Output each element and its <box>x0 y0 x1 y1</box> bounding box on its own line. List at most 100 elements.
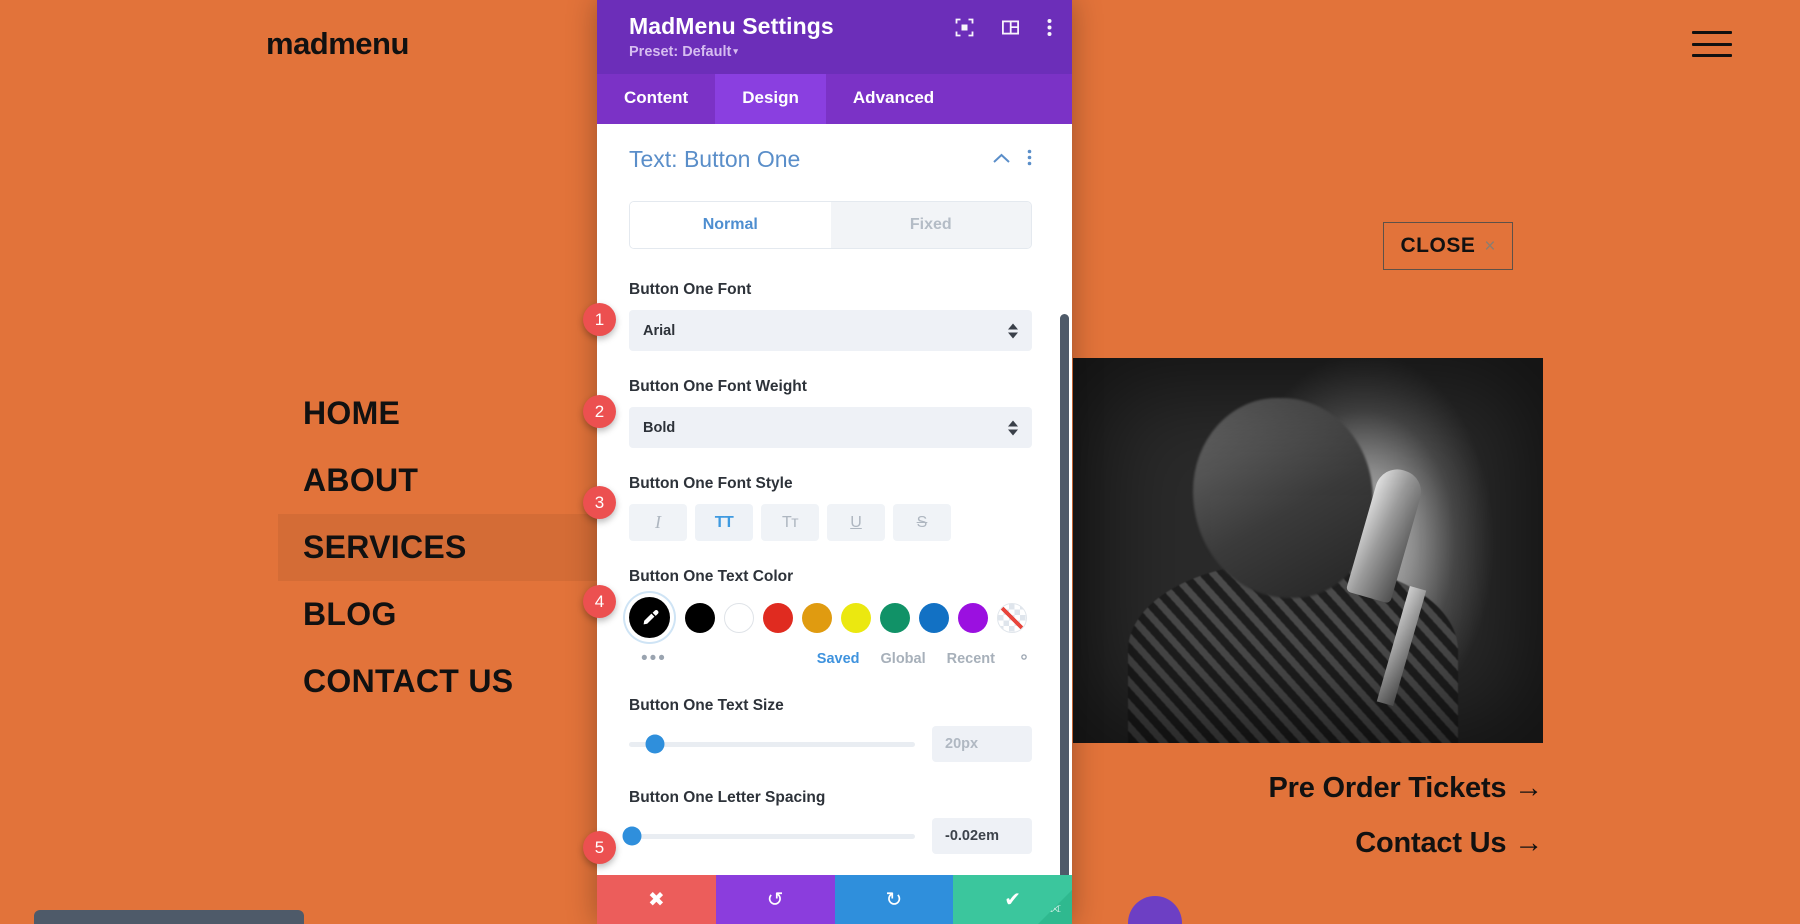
field-label: Button One Font Weight <box>629 378 807 395</box>
slider-thumb[interactable] <box>645 734 665 754</box>
close-button-label: CLOSE <box>1400 234 1476 257</box>
color-tab-global[interactable]: Global <box>881 651 926 667</box>
field-button-one-font: Button One Font Arial <box>629 281 1032 351</box>
state-toggle-normal[interactable]: Normal <box>630 202 831 248</box>
slider-thumb[interactable] <box>622 826 642 846</box>
nav-item-services[interactable]: SERVICES <box>278 514 638 581</box>
focus-target-icon[interactable] <box>955 18 974 37</box>
text-size-slider[interactable] <box>629 734 915 754</box>
slider-row: -0.02em <box>622 818 1032 854</box>
split-layout-icon[interactable] <box>1001 18 1020 37</box>
hero-links: Pre Order Tickets → Contact Us → <box>1268 772 1543 882</box>
gear-icon[interactable] <box>1016 649 1032 670</box>
swatch-none[interactable] <box>997 602 1027 633</box>
cancel-button[interactable]: ✖ <box>597 875 716 924</box>
field-button-one-text-size: Button One Text Size 20px <box>629 697 1032 762</box>
field-label: Button One Font Style <box>629 475 793 492</box>
field-label: Button One Letter Spacing <box>629 789 826 806</box>
swatch-white[interactable] <box>724 602 754 633</box>
swatch-red[interactable] <box>763 602 793 633</box>
state-toggle-fixed[interactable]: Fixed <box>830 202 1031 248</box>
builder-bottom-bar[interactable] <box>34 910 304 924</box>
callout-badge-5: 5 <box>583 831 616 864</box>
more-vertical-icon[interactable] <box>1027 149 1032 171</box>
modal-footer: ✖ ↺ ↻ ✔ ⟗ <box>597 875 1072 924</box>
callout-badge-1: 1 <box>583 303 616 336</box>
letter-spacing-slider[interactable] <box>622 826 915 846</box>
swatch-yellow[interactable] <box>841 602 871 633</box>
close-menu-button[interactable]: CLOSE × <box>1383 222 1513 270</box>
pre-order-tickets-link[interactable]: Pre Order Tickets → <box>1268 772 1543 805</box>
stepper-arrows-icon <box>1008 323 1018 338</box>
color-options-row: ••• Saved Global Recent <box>629 648 1032 670</box>
hamburger-bar <box>1692 54 1732 57</box>
redo-button[interactable]: ↻ <box>834 875 954 924</box>
section-controls <box>992 149 1032 171</box>
color-tab-recent[interactable]: Recent <box>947 651 995 667</box>
nav-item-blog[interactable]: BLOG <box>278 581 638 648</box>
ellipsis-icon[interactable]: ••• <box>629 648 667 670</box>
field-label: Button One Font <box>629 281 752 298</box>
tab-design[interactable]: Design <box>715 74 826 124</box>
chevron-down-icon: ▾ <box>733 46 738 56</box>
field-button-one-font-weight: Button One Font Weight Bold <box>629 378 1032 448</box>
contact-us-link[interactable]: Contact Us → <box>1268 827 1543 860</box>
field-label: Button One Text Color <box>629 568 794 585</box>
site-logo: madmenu <box>266 26 409 61</box>
field-label: Button One Text Size <box>629 697 784 714</box>
module-settings-modal: MadMenu Settings Preset: Default ▾ Conte… <box>597 0 1072 924</box>
builder-floating-button[interactable] <box>1128 896 1182 924</box>
uppercase-icon[interactable]: TT <box>695 504 753 541</box>
site-navigation: HOME ABOUT SERVICES BLOG CONTACT US <box>278 380 638 715</box>
image-vignette <box>1073 358 1543 743</box>
swatch-blue[interactable] <box>919 602 949 633</box>
section-title: Text: Button One <box>629 146 801 172</box>
font-select[interactable]: Arial <box>629 310 1032 351</box>
font-weight-select[interactable]: Bold <box>629 407 1032 448</box>
font-weight-select-value: Bold <box>643 419 676 436</box>
text-size-input[interactable]: 20px <box>932 726 1032 762</box>
hamburger-bar <box>1692 31 1732 34</box>
section-header: Text: Button One <box>629 146 1032 173</box>
modal-body: Text: Button One Normal Fixed Button One… <box>597 124 1072 875</box>
undo-button[interactable]: ↺ <box>715 875 835 924</box>
stepper-arrows-icon <box>1008 420 1018 435</box>
letter-spacing-input[interactable]: -0.02em <box>932 818 1032 854</box>
modal-header-actions <box>955 18 1052 37</box>
swatch-orange[interactable] <box>802 602 832 633</box>
modal-tabs: Content Design Advanced <box>597 74 1072 124</box>
state-toggle: Normal Fixed <box>629 201 1032 249</box>
swatch-green[interactable] <box>880 602 910 633</box>
font-style-buttons: I TT Tᴛ U S <box>629 504 1032 541</box>
hamburger-menu-icon[interactable] <box>1692 31 1732 57</box>
field-button-one-font-style: Button One Font Style I TT Tᴛ U S <box>629 475 1032 541</box>
more-vertical-icon[interactable] <box>1047 18 1052 37</box>
field-button-one-letter-spacing: Button One Letter Spacing -0.02em <box>622 789 1032 854</box>
color-palette-tabs: Saved Global Recent <box>817 649 1032 670</box>
preset-label: Preset: Default <box>629 44 732 60</box>
strikethrough-icon[interactable]: S <box>893 504 951 541</box>
chevron-up-icon[interactable] <box>992 151 1011 169</box>
tab-advanced[interactable]: Advanced <box>826 74 961 124</box>
settings-scroll-area: Text: Button One Normal Fixed Button One… <box>597 124 1072 875</box>
callout-badge-3: 3 <box>583 486 616 519</box>
nav-item-contact-us[interactable]: CONTACT US <box>278 648 638 715</box>
field-button-one-text-color: Button One Text Color ••• Saved Global R… <box>629 568 1032 670</box>
eyedropper-icon[interactable] <box>629 597 670 638</box>
callout-badge-4: 4 <box>583 585 616 618</box>
swatch-black[interactable] <box>685 602 715 633</box>
underline-icon[interactable]: U <box>827 504 885 541</box>
preset-selector[interactable]: Preset: Default ▾ <box>629 44 1050 60</box>
color-swatches <box>629 597 1032 638</box>
modal-header: MadMenu Settings Preset: Default ▾ <box>597 0 1072 74</box>
callout-badge-2: 2 <box>583 395 616 428</box>
close-x-icon: × <box>1484 235 1496 257</box>
hamburger-bar <box>1692 42 1732 46</box>
color-tab-saved[interactable]: Saved <box>817 651 860 667</box>
swatch-purple[interactable] <box>958 602 988 633</box>
small-caps-icon[interactable]: Tᴛ <box>761 504 819 541</box>
tab-content[interactable]: Content <box>597 74 715 124</box>
italic-icon[interactable]: I <box>629 504 687 541</box>
settings-scrollbar[interactable] <box>1060 314 1069 875</box>
hero-image <box>1073 358 1543 743</box>
